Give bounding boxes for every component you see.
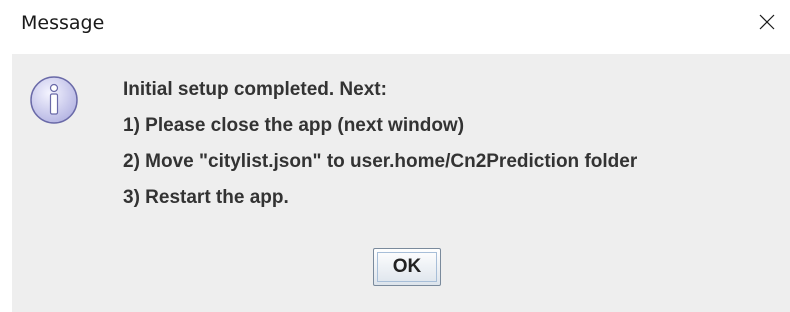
close-icon — [759, 14, 775, 30]
dialog-content: Initial setup completed. Next: 1) Please… — [12, 54, 790, 312]
message-text: Initial setup completed. Next: 1) Please… — [123, 80, 637, 224]
message-line-2: 1) Please close the app (next window) — [123, 115, 465, 136]
message-line-4: 3) Restart the app. — [123, 187, 289, 208]
window-title: Message — [21, 12, 105, 34]
message-line-1: Initial setup completed. Next: — [123, 79, 387, 100]
message-dialog: Message Initial setup completed. Next: 1… — [0, 0, 790, 312]
info-icon — [30, 76, 78, 124]
ok-button-label: OK — [377, 252, 437, 282]
title-bar[interactable]: Message — [0, 0, 790, 54]
message-line-3: 2) Move "citylist.json" to user.home/Cn2… — [123, 151, 638, 172]
ok-button[interactable]: OK — [373, 248, 441, 286]
close-button[interactable] — [742, 0, 790, 48]
